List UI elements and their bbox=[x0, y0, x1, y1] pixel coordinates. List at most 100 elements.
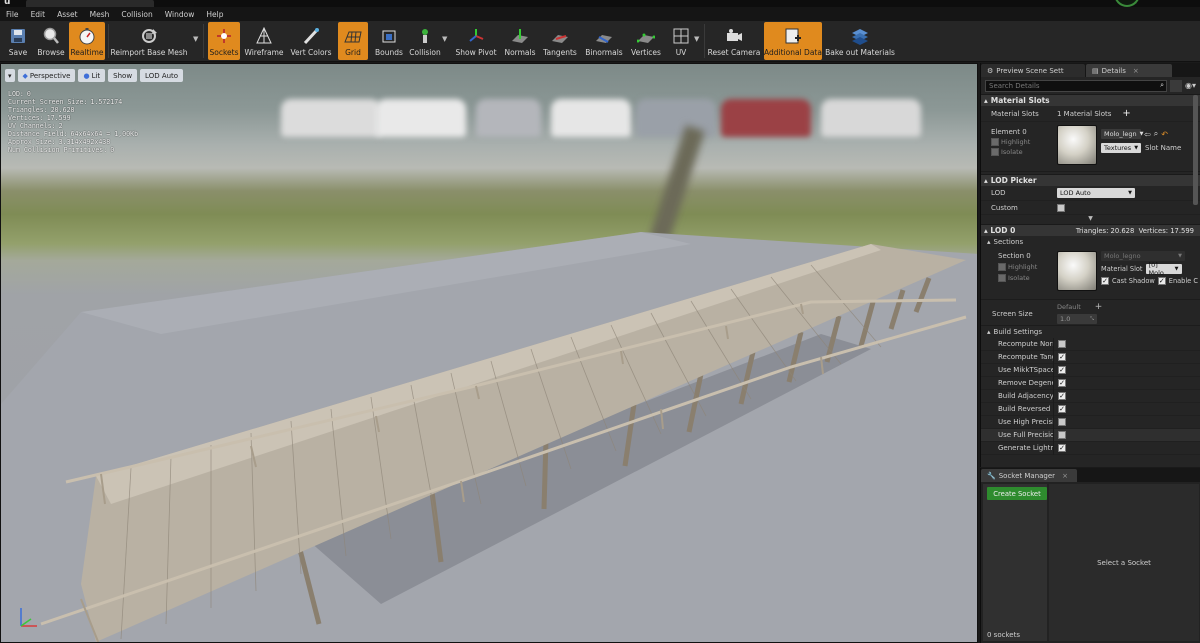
section-material-combo[interactable]: Molo_legno ▼ bbox=[1101, 251, 1185, 261]
material-slots-category[interactable]: ▴ Material Slots bbox=[981, 94, 1200, 106]
grid-button[interactable]: Grid bbox=[338, 22, 368, 60]
enable-collision-checkbox[interactable]: ✓ bbox=[1157, 277, 1166, 285]
vert-colors-button[interactable]: Vert Colors bbox=[288, 22, 334, 60]
sockets-button[interactable]: Sockets bbox=[208, 22, 240, 60]
generate-lightmap-checkbox[interactable]: ✓ bbox=[1058, 444, 1066, 452]
stat-row: Distance Field: 64x64x64 = 1,00Kb bbox=[8, 130, 139, 138]
lit-button[interactable]: ● Lit bbox=[78, 69, 106, 82]
source-control-status-icon[interactable] bbox=[1114, 0, 1140, 7]
sections-subcategory[interactable]: ▴ Sections bbox=[981, 236, 1200, 248]
close-icon[interactable]: × bbox=[1062, 472, 1068, 480]
details-scrollbar[interactable] bbox=[1193, 95, 1198, 205]
add-screen-size-icon[interactable]: + bbox=[1095, 302, 1103, 312]
recompute-tangents-checkbox[interactable]: ✓ bbox=[1058, 353, 1066, 361]
menu-window[interactable]: Window bbox=[165, 10, 195, 19]
isolate-checkbox[interactable] bbox=[991, 148, 999, 156]
element-0-row: Element 0 Highlight Isolate Molo_legn ▼ ⇦… bbox=[981, 122, 1200, 172]
use-selected-arrow-icon[interactable]: ⇦ bbox=[1144, 130, 1151, 139]
stat-row: Triangles: 20.628 bbox=[8, 106, 75, 114]
recompute-normals-checkbox[interactable] bbox=[1058, 340, 1066, 348]
bounds-button[interactable]: Bounds bbox=[372, 22, 406, 60]
remove-degenerates-checkbox[interactable]: ✓ bbox=[1058, 379, 1066, 387]
uv-dropdown-arrow-icon[interactable]: ▼ bbox=[694, 35, 699, 43]
additional-data-button[interactable]: Additional Data bbox=[764, 22, 822, 60]
collision-dropdown-arrow-icon[interactable]: ▼ bbox=[442, 35, 447, 43]
section-material-thumbnail[interactable] bbox=[1057, 251, 1097, 291]
screen-size-input[interactable]: 1.0 ⤡ bbox=[1057, 314, 1097, 324]
lod-auto-button[interactable]: LOD Auto bbox=[140, 69, 184, 82]
vertices-button[interactable]: Vertices bbox=[628, 22, 664, 60]
custom-checkbox[interactable] bbox=[1057, 203, 1065, 212]
stat-row: Vertices: 17.599 bbox=[8, 114, 71, 122]
material-thumbnail[interactable] bbox=[1057, 125, 1097, 165]
tab-preview-scene-settings[interactable]: ⚙ Preview Scene Sett bbox=[981, 64, 1085, 77]
viewport-options-button[interactable]: ▾ bbox=[5, 69, 15, 82]
show-button[interactable]: Show bbox=[108, 69, 138, 82]
stat-row: LOD: 0 bbox=[8, 90, 31, 98]
perspective-button[interactable]: ◆ Perspective bbox=[17, 69, 76, 82]
build-setting-row: Remove Degener ✓ bbox=[981, 376, 1200, 390]
details-tab-strip: ⚙ Preview Scene Sett ▤ Details × bbox=[981, 63, 1200, 77]
use-high-precision-checkbox[interactable] bbox=[1058, 418, 1066, 426]
wireframe-button[interactable]: Wireframe bbox=[244, 22, 284, 60]
cast-shadow-checkbox[interactable]: ✓ bbox=[1101, 277, 1109, 285]
binormals-button[interactable]: Binormals bbox=[583, 22, 625, 60]
reset-arrow-icon[interactable]: ↶ bbox=[1161, 130, 1168, 139]
reimport-base-mesh-button[interactable]: Reimport Base Mesh bbox=[110, 22, 188, 60]
reset-camera-button[interactable]: Reset Camera bbox=[708, 22, 760, 60]
bake-out-materials-button[interactable]: Bake out Materials bbox=[825, 22, 895, 60]
eye-icon[interactable]: ◉▾ bbox=[1185, 81, 1196, 90]
tangents-button[interactable]: Tangents bbox=[541, 22, 579, 60]
lod-select[interactable]: LOD Auto ▼ bbox=[1057, 188, 1135, 198]
use-mikktspace-checkbox[interactable]: ✓ bbox=[1058, 366, 1066, 374]
collision-button[interactable]: Collision bbox=[408, 22, 442, 60]
custom-row: Custom bbox=[981, 201, 1200, 215]
lod-picker-category[interactable]: ▴ LOD Picker bbox=[981, 174, 1200, 186]
material-slot-select[interactable]: [0] Molo ▼ bbox=[1145, 261, 1182, 277]
browse-search-icon[interactable]: ⌕ bbox=[1154, 129, 1158, 139]
menu-edit[interactable]: Edit bbox=[31, 10, 46, 19]
toolbar-separator bbox=[704, 24, 705, 58]
material-combo[interactable]: Molo_legn ▼ bbox=[1101, 129, 1144, 139]
menu-help[interactable]: Help bbox=[206, 10, 223, 19]
property-matrix-icon[interactable] bbox=[1170, 79, 1182, 92]
reimport-dropdown-arrow-icon[interactable]: ▼ bbox=[193, 35, 198, 43]
lod-0-category[interactable]: ▴ LOD 0 Triangles: 20.628 Vertices: 17.5… bbox=[981, 224, 1200, 236]
uv-button[interactable]: UV bbox=[668, 22, 694, 60]
build-adjacency-checkbox[interactable]: ✓ bbox=[1058, 392, 1066, 400]
expand-arrow-icon[interactable]: ▼ bbox=[981, 215, 1200, 224]
search-row: Search Details ⌕ ◉▾ bbox=[981, 77, 1200, 94]
bounds-icon bbox=[378, 26, 400, 46]
textures-combo[interactable]: Textures ▼ bbox=[1101, 143, 1141, 153]
save-button[interactable]: Save bbox=[3, 22, 33, 60]
menu-asset[interactable]: Asset bbox=[57, 10, 78, 19]
tab-socket-manager[interactable]: 🔧 Socket Manager × bbox=[981, 469, 1077, 482]
highlight-checkbox[interactable] bbox=[991, 138, 999, 146]
mesh-stats-overlay: LOD: 0 Current Screen Size: 1.572174 Trian… bbox=[8, 90, 138, 154]
build-settings-subcategory[interactable]: ▴ Build Settings bbox=[981, 326, 1200, 338]
socket-manager-panel: 🔧 Socket Manager × Create Socket 0 socke… bbox=[980, 468, 1200, 643]
section-isolate-checkbox[interactable] bbox=[998, 274, 1006, 282]
close-icon[interactable]: × bbox=[1133, 67, 1139, 75]
viewport[interactable]: ▾ ◆ Perspective ● Lit Show LOD Auto LOD: 0 … bbox=[0, 63, 978, 643]
normals-button[interactable]: Normals bbox=[503, 22, 537, 60]
chevron-down-icon: ▼ bbox=[1134, 145, 1139, 151]
browse-button[interactable]: Browse bbox=[35, 22, 67, 60]
socket-list[interactable]: Create Socket 0 sockets bbox=[983, 484, 1047, 641]
use-full-precision-checkbox[interactable] bbox=[1058, 431, 1066, 439]
vertices-icon bbox=[635, 26, 657, 46]
section-0-row: Section 0 Highlight Isolate Molo_legno ▼ … bbox=[981, 248, 1200, 300]
menu-mesh[interactable]: Mesh bbox=[90, 10, 110, 19]
add-material-slot-icon[interactable]: + bbox=[1122, 108, 1130, 119]
menu-collision[interactable]: Collision bbox=[121, 10, 152, 19]
menu-file[interactable]: File bbox=[6, 10, 19, 19]
create-socket-button[interactable]: Create Socket bbox=[987, 487, 1047, 500]
tab-details[interactable]: ▤ Details × bbox=[1086, 64, 1172, 77]
build-setting-row: Use MikkTSpace ✓ bbox=[981, 363, 1200, 377]
realtime-button[interactable]: Realtime bbox=[69, 22, 105, 60]
build-reversed-index-checkbox[interactable]: ✓ bbox=[1058, 405, 1066, 413]
show-pivot-button[interactable]: Show Pivot bbox=[455, 22, 497, 60]
asset-tab[interactable] bbox=[26, 0, 154, 7]
section-highlight-checkbox[interactable] bbox=[998, 263, 1006, 271]
search-input[interactable]: Search Details ⌕ bbox=[985, 79, 1167, 92]
